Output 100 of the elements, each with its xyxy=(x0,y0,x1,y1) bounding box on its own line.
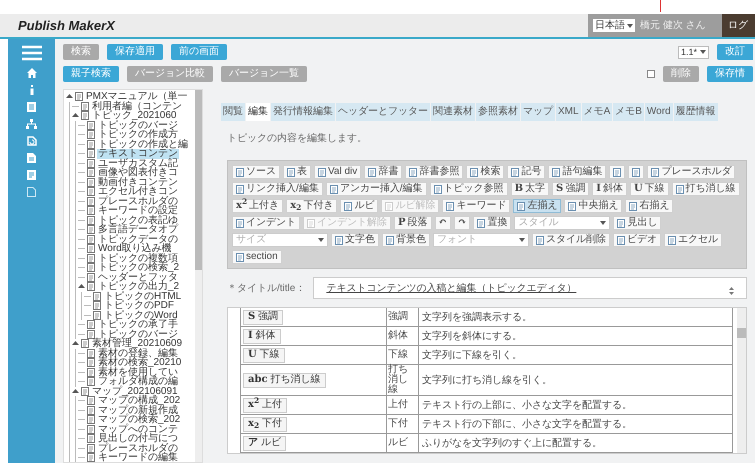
toolbar-button[interactable]: 検索 xyxy=(466,165,504,179)
tree-item[interactable]: トピックの検索_2 xyxy=(97,263,180,272)
toolbar-button[interactable] xyxy=(609,165,626,179)
tree-item[interactable]: 素材の登録、編集 xyxy=(97,348,179,358)
tree-item[interactable]: 多言語データオプ xyxy=(97,225,179,234)
tab[interactable]: ヘッダーとフッター xyxy=(336,103,430,121)
format-button[interactable]: I 斜体 xyxy=(243,328,281,344)
toolbar-button[interactable]: I 斜体 xyxy=(592,182,627,196)
toolbar-button[interactable]: リンク挿入/編集 xyxy=(232,182,323,196)
tree-item[interactable]: マップ_202106091 xyxy=(91,386,179,396)
tree-item[interactable]: 動画付きコンテン xyxy=(97,178,179,187)
scrollbar[interactable] xyxy=(737,308,746,453)
toolbar-button[interactable]: ルビ xyxy=(340,199,378,213)
tab[interactable]: 参照素材 xyxy=(476,103,520,121)
tree-item[interactable]: テキストコンテン xyxy=(97,149,179,158)
expander-icon[interactable] xyxy=(72,340,79,348)
checkbox[interactable] xyxy=(647,70,655,78)
toolbar-button[interactable]: 左揃え xyxy=(513,199,562,213)
document-icon[interactable] xyxy=(27,102,36,112)
tree-item[interactable]: トピックのバージ xyxy=(97,120,179,130)
tree-item[interactable]: トピック_2021060 xyxy=(91,111,178,120)
tab[interactable]: 編集 xyxy=(246,103,270,121)
format-button[interactable]: x$_{2}$ 下付 xyxy=(243,416,288,432)
tree-item[interactable]: エクセル付きコン xyxy=(97,187,179,196)
document-icon[interactable] xyxy=(27,153,36,163)
tree-item[interactable]: トピックのHTML xyxy=(103,292,182,301)
menu-icon[interactable] xyxy=(22,45,42,61)
tree-item[interactable]: トピックデータの xyxy=(97,234,179,244)
toolbar-button[interactable]: x$_{2}$ 下付き xyxy=(286,199,338,213)
toolbar-button[interactable]: エクセル xyxy=(664,233,722,247)
tree-item[interactable]: 利用者編（コンテン xyxy=(91,102,183,111)
toolbar-button[interactable]: 語句編集 xyxy=(548,165,606,179)
document-outline-icon[interactable] xyxy=(27,187,36,197)
format-button[interactable]: ア ルビ xyxy=(243,436,286,450)
spinner-icon[interactable] xyxy=(729,286,734,296)
format-button[interactable]: U 下線 xyxy=(243,348,285,362)
tab[interactable]: Word xyxy=(644,103,673,121)
tree-item[interactable]: キーワードの設定 xyxy=(97,206,179,216)
expander-icon[interactable] xyxy=(72,112,79,120)
toolbar-button[interactable]: 見出し xyxy=(613,216,662,230)
tree-item[interactable]: マップの新規作成 xyxy=(97,406,179,415)
format-button[interactable]: abc 打ち消し線 xyxy=(243,372,326,388)
home-icon[interactable] xyxy=(26,68,36,78)
toolbar-button[interactable]: 辞書 xyxy=(364,165,402,179)
tree-item[interactable]: トピックの出力_2 xyxy=(97,282,180,292)
toolbar-button[interactable]: ↶ xyxy=(434,216,451,230)
toolbar-button[interactable]: インデント xyxy=(232,216,300,230)
tab[interactable]: メモB xyxy=(613,103,644,121)
tree-item[interactable]: キーワードの編集 xyxy=(97,453,179,462)
tree-item[interactable]: 素材管理_20210609 xyxy=(91,339,184,348)
expander-icon[interactable] xyxy=(66,93,73,100)
toolbar-button[interactable]: アンカー挿入/編集 xyxy=(326,182,427,196)
tab[interactable]: 関連素材 xyxy=(431,103,475,121)
tree-item[interactable]: トピックの作成と編 xyxy=(97,140,189,149)
toolbar-button[interactable]: キーワード xyxy=(442,199,510,213)
tree-item[interactable]: マップの検索_202 xyxy=(97,415,182,424)
refresh-document-icon[interactable] xyxy=(26,136,36,146)
tree-item[interactable]: ユーザカスタム記 xyxy=(97,158,179,168)
info-icon[interactable] xyxy=(30,85,34,95)
toolbar-button[interactable]: 置換 xyxy=(473,216,512,230)
tree-item[interactable]: トピックのPDF xyxy=(103,301,175,310)
scrollbar[interactable] xyxy=(195,90,202,462)
tree-item[interactable]: プレースホルダの xyxy=(97,444,179,453)
toolbar-button[interactable]: B 太字 xyxy=(510,182,550,196)
sitemap-icon[interactable] xyxy=(26,119,37,129)
toolbar-button[interactable]: トピック参照 xyxy=(430,182,508,196)
tab[interactable]: マップ xyxy=(521,103,555,121)
tree-item[interactable]: トピックの複数項 xyxy=(97,254,179,263)
tree-item[interactable]: 画像や図表付きコ xyxy=(97,168,179,178)
tree-item[interactable]: フォルダ構成の編 xyxy=(97,377,179,386)
tab[interactable]: XML xyxy=(556,103,581,121)
toolbar-button[interactable]: 表 xyxy=(283,165,311,179)
toolbar-button[interactable]: section xyxy=(232,250,282,264)
tree-item[interactable]: トピックのWord xyxy=(103,310,179,320)
expander-icon[interactable] xyxy=(78,283,85,290)
toolbar-button[interactable]: x$^{2}$ 上付き xyxy=(232,199,284,213)
tree-item[interactable]: 素材を使用してい xyxy=(97,368,179,377)
expander-icon[interactable] xyxy=(72,388,79,395)
format-button[interactable]: S 強調 xyxy=(243,310,284,324)
toolbar-button[interactable]: 文字色 xyxy=(331,233,379,247)
toolbar-button[interactable]: ビデオ xyxy=(613,233,661,247)
tree-item[interactable]: トピックのバージ xyxy=(97,330,179,339)
tab[interactable]: メモA xyxy=(582,103,612,121)
tree-item[interactable]: ヘッダーとフッタ xyxy=(97,272,179,282)
tree-item[interactable]: トピックの作成方 xyxy=(97,130,179,140)
toolbar-button[interactable]: スタイル削除 xyxy=(532,233,610,247)
toolbar-button[interactable]: 右揃え xyxy=(625,199,674,213)
toolbar-button[interactable]: ソース xyxy=(232,165,280,179)
toolbar-button[interactable]: 記号 xyxy=(507,165,546,179)
tree-item[interactable]: 見出しの付与につ xyxy=(97,434,179,444)
tab[interactable]: 発行情報編集 xyxy=(271,103,335,121)
toolbar-button[interactable]: 打ち消し線 xyxy=(672,182,740,196)
toolbar-button[interactable]: Val div xyxy=(314,165,362,179)
tree-item[interactable]: トピックの承了手 xyxy=(97,320,179,330)
tree-item[interactable]: マップの構成_202 xyxy=(97,396,182,406)
tree-item[interactable]: Word取り込み機 xyxy=(97,244,173,254)
tree-item[interactable]: 素材の検索_20210 xyxy=(97,358,182,368)
toolbar-button[interactable]: 背景色 xyxy=(382,233,430,247)
toolbar-button[interactable]: 中央揃え xyxy=(564,199,622,213)
toolbar-button[interactable]: U 下線 xyxy=(630,182,669,196)
